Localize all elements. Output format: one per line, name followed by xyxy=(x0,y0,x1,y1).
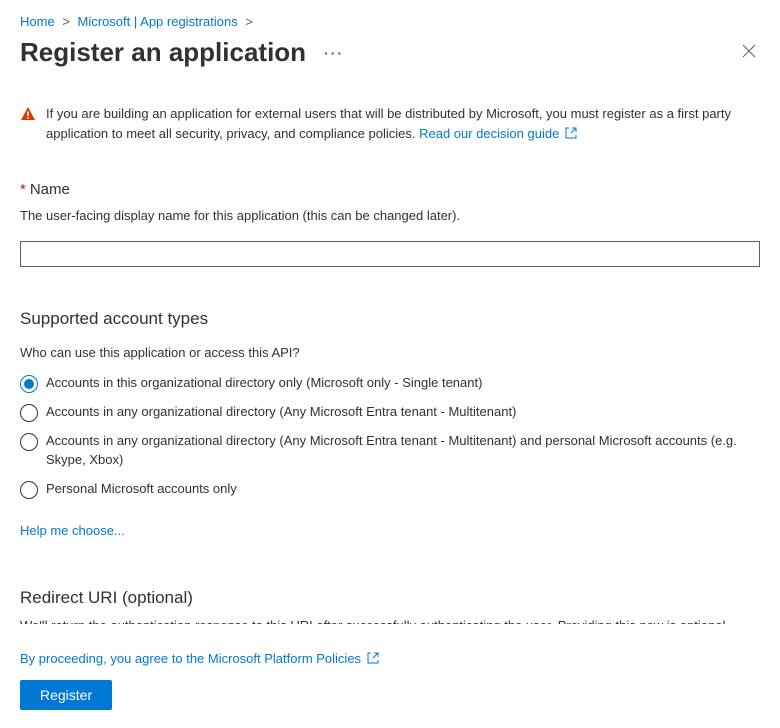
breadcrumb-home[interactable]: Home xyxy=(20,14,55,29)
help-me-choose-link[interactable]: Help me choose... xyxy=(20,523,125,538)
redirect-uri-description: We'll return the authentication response… xyxy=(20,618,760,624)
name-input[interactable] xyxy=(20,241,760,267)
radio-single-tenant[interactable]: Accounts in this organizational director… xyxy=(20,374,760,393)
radio-button-icon xyxy=(20,404,38,422)
radio-multitenant-personal[interactable]: Accounts in any organizational directory… xyxy=(20,432,760,470)
radio-personal-only[interactable]: Personal Microsoft accounts only xyxy=(20,480,760,499)
close-icon[interactable] xyxy=(738,40,760,66)
page-header: Register an application ··· xyxy=(0,33,780,82)
name-field-section: *Name The user-facing display name for t… xyxy=(20,181,760,267)
radio-button-icon xyxy=(20,375,38,393)
account-types-question: Who can use this application or access t… xyxy=(20,345,760,360)
chevron-right-icon: > xyxy=(245,14,253,29)
chevron-right-icon: > xyxy=(62,14,70,29)
radio-button-icon xyxy=(20,433,38,451)
warning-text: If you are building an application for e… xyxy=(46,104,760,143)
name-description: The user-facing display name for this ap… xyxy=(20,208,760,223)
redirect-uri-title: Redirect URI (optional) xyxy=(20,588,760,608)
radio-label: Accounts in this organizational director… xyxy=(46,374,482,393)
account-types-title: Supported account types xyxy=(20,309,760,329)
external-link-icon xyxy=(565,125,577,137)
radio-label: Accounts in any organizational directory… xyxy=(46,403,516,422)
warning-message: If you are building an application for e… xyxy=(46,106,731,141)
content-scroll-area[interactable]: If you are building an application for e… xyxy=(0,82,780,624)
radio-label: Accounts in any organizational directory… xyxy=(46,432,760,470)
radio-multitenant[interactable]: Accounts in any organizational directory… xyxy=(20,403,760,422)
breadcrumb: Home > Microsoft | App registrations > xyxy=(0,0,780,33)
footer: By proceeding, you agree to the Microsof… xyxy=(0,637,780,728)
required-indicator: * xyxy=(20,181,26,198)
radio-label: Personal Microsoft accounts only xyxy=(46,480,237,499)
more-actions-button[interactable]: ··· xyxy=(324,45,344,61)
warning-icon xyxy=(20,106,36,122)
page-title: Register an application ··· xyxy=(20,37,344,68)
platform-policies-link[interactable]: By proceeding, you agree to the Microsof… xyxy=(20,651,379,666)
register-button[interactable]: Register xyxy=(20,680,112,710)
external-link-icon xyxy=(367,652,379,664)
radio-button-icon xyxy=(20,481,38,499)
decision-guide-link[interactable]: Read our decision guide xyxy=(419,126,577,141)
name-label-text: Name xyxy=(30,181,70,198)
name-label: *Name xyxy=(20,181,760,198)
breadcrumb-app-registrations[interactable]: Microsoft | App registrations xyxy=(78,14,238,29)
warning-alert: If you are building an application for e… xyxy=(20,82,760,153)
account-types-radio-group: Accounts in this organizational director… xyxy=(20,374,760,499)
page-title-text: Register an application xyxy=(20,37,306,68)
